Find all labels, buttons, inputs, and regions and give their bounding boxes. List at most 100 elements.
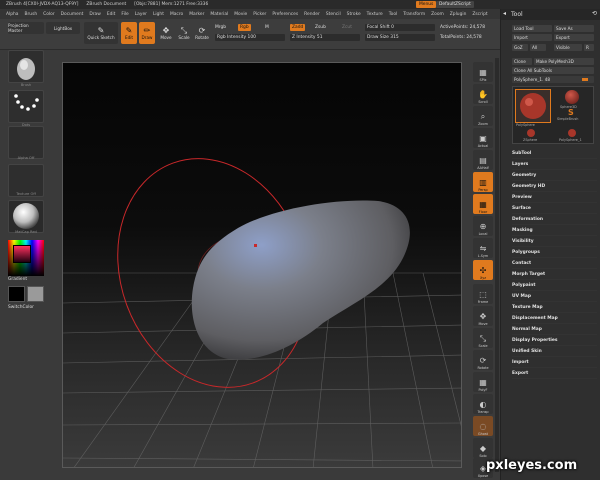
rotate-view-button[interactable]: ⟳ Rotate xyxy=(473,350,493,370)
section-contact[interactable]: Contact xyxy=(512,258,597,269)
m-button[interactable]: M xyxy=(265,24,269,31)
floor-button[interactable]: ▦ Floor xyxy=(473,194,493,214)
actual-button[interactable]: ▣ Actual xyxy=(473,128,493,148)
goz-button[interactable]: GoZ xyxy=(512,44,528,51)
save-as-button[interactable]: Save As xyxy=(554,25,594,32)
menu-preferences[interactable]: Preferences xyxy=(272,12,298,17)
menu-file[interactable]: File xyxy=(121,12,128,17)
rgb-intensity-slider[interactable]: Rgb Intensity 100 xyxy=(215,34,285,41)
tool-palette-header[interactable]: Tool ◂ ⟲ xyxy=(501,9,600,20)
section-deformation[interactable]: Deformation xyxy=(512,214,597,225)
xyz-button[interactable]: ✣ Xyz xyxy=(473,260,493,280)
section-unified-skin[interactable]: Unified Skin xyxy=(512,346,597,357)
projection-master-button[interactable]: Projection Master xyxy=(8,22,44,34)
menu-color[interactable]: Color xyxy=(43,12,54,17)
menu-draw[interactable]: Draw xyxy=(89,12,100,17)
persp-button[interactable]: ▥ Persp xyxy=(473,172,493,192)
menu-brush[interactable]: Brush xyxy=(24,12,37,17)
menu-picker[interactable]: Picker xyxy=(253,12,266,17)
section-polypaint[interactable]: Polypaint xyxy=(512,280,597,291)
current-tool-slider[interactable]: PolySphere_1. 48 xyxy=(512,76,594,83)
menus-button[interactable]: Menus xyxy=(416,1,437,8)
load-tool-button[interactable]: Load Tool xyxy=(512,25,552,32)
main-color-swatch[interactable] xyxy=(8,286,25,302)
stroke-picker[interactable] xyxy=(8,90,44,123)
import-button[interactable]: Import xyxy=(512,34,552,41)
palette-collapse-icon[interactable]: ◂ xyxy=(503,10,506,17)
section-geometry[interactable]: Geometry xyxy=(512,170,597,181)
goz-all-button[interactable]: All xyxy=(530,44,546,51)
section-displacement-map[interactable]: Displacement Map xyxy=(512,313,597,324)
draw-size-slider[interactable]: Draw Size 315 xyxy=(365,34,435,41)
section-display-properties[interactable]: Display Properties xyxy=(512,335,597,346)
frame-button[interactable]: ⬚ Frame xyxy=(473,284,493,304)
local-button[interactable]: ⊕ Local xyxy=(473,216,493,236)
simplebrush-icon[interactable]: S xyxy=(568,109,574,117)
menu-material[interactable]: Material xyxy=(210,12,228,17)
document-canvas[interactable] xyxy=(62,62,462,468)
default-zscript-button[interactable]: DefaultZScript xyxy=(436,1,474,8)
menu-movie[interactable]: Movie xyxy=(234,12,247,17)
tool-thumb-zsphere[interactable] xyxy=(527,129,535,137)
goz-r-button[interactable]: R xyxy=(584,44,594,51)
clone-button[interactable]: Clone xyxy=(512,58,532,65)
section-surface[interactable]: Surface xyxy=(512,203,597,214)
zcut-button[interactable]: Zcut xyxy=(342,24,352,31)
move-view-button[interactable]: ✥ Move xyxy=(473,306,493,326)
zoom-button[interactable]: ⌕ Zoom xyxy=(473,106,493,126)
section-import[interactable]: Import xyxy=(512,357,597,368)
z-intensity-slider[interactable]: Z Intensity 51 xyxy=(290,34,360,41)
transp-button[interactable]: ◐ Transp xyxy=(473,394,493,414)
section-uv-map[interactable]: UV Map xyxy=(512,291,597,302)
menu-light[interactable]: Light xyxy=(153,12,164,17)
lsym-button[interactable]: ⇋ L.Sym xyxy=(473,238,493,258)
section-export[interactable]: Export xyxy=(512,368,597,379)
menu-marker[interactable]: Marker xyxy=(189,12,204,17)
section-masking[interactable]: Masking xyxy=(512,225,597,236)
alpha-picker[interactable] xyxy=(8,126,44,159)
make-polymesh-button[interactable]: Make PolyMesh3D xyxy=(534,58,594,65)
zadd-button[interactable]: Zadd xyxy=(290,24,306,31)
color-picker[interactable] xyxy=(8,240,44,276)
export-button[interactable]: Export xyxy=(554,34,594,41)
current-tool-slider-knob[interactable] xyxy=(582,78,588,81)
rotate-mode-button[interactable]: ⟳ Rotate xyxy=(194,22,210,44)
move-mode-button[interactable]: ✥ Move xyxy=(158,22,174,44)
lightbox-button[interactable]: LightBox xyxy=(46,22,80,34)
menu-zoom[interactable]: Zoom xyxy=(431,12,444,17)
mrgb-button[interactable]: Mrgb xyxy=(215,24,226,31)
section-subtool[interactable]: SubTool xyxy=(512,148,597,159)
tool-thumb-polysphere[interactable] xyxy=(515,89,551,123)
menu-zscript[interactable]: Zscript xyxy=(472,12,487,17)
menu-zplugin[interactable]: Zplugin xyxy=(450,12,467,17)
section-texture-map[interactable]: Texture Map xyxy=(512,302,597,313)
aahalf-button[interactable]: ▤ AAHalf xyxy=(473,150,493,170)
section-normal-map[interactable]: Normal Map xyxy=(512,324,597,335)
goz-visible-button[interactable]: Visible xyxy=(554,44,582,51)
edit-mode-button[interactable]: ✎ Edit xyxy=(121,22,137,44)
color-picker-square[interactable] xyxy=(13,245,31,263)
scroll-button[interactable]: ✋ Scroll xyxy=(473,84,493,104)
scale-view-button[interactable]: ⤡ Scale xyxy=(473,328,493,348)
menu-texture[interactable]: Texture xyxy=(367,12,383,17)
clone-all-subtools-button[interactable]: Clone All SubTools xyxy=(512,67,594,74)
ghost-button[interactable]: ◌ Ghost xyxy=(473,416,493,436)
draw-mode-button[interactable]: ✏ Draw xyxy=(139,22,155,44)
tool-thumb-polysphere-1[interactable] xyxy=(568,129,576,137)
menu-document[interactable]: Document xyxy=(61,12,84,17)
focal-shift-slider[interactable]: Focal Shift 0 xyxy=(365,24,435,31)
zsub-button[interactable]: Zsub xyxy=(315,24,326,31)
section-morph-target[interactable]: Morph Target xyxy=(512,269,597,280)
menu-alpha[interactable]: Alpha xyxy=(6,12,18,17)
menu-stroke[interactable]: Stroke xyxy=(347,12,361,17)
right-shelf-scrollbar[interactable] xyxy=(495,58,499,472)
switch-color-button[interactable]: SwitchColor xyxy=(8,305,34,310)
polyf-button[interactable]: ▦ PolyF xyxy=(473,372,493,392)
brush-picker[interactable] xyxy=(8,50,44,83)
section-polygroups[interactable]: Polygroups xyxy=(512,247,597,258)
menu-stencil[interactable]: Stencil xyxy=(326,12,341,17)
solo-button[interactable]: ◆ Solo xyxy=(473,438,493,458)
material-picker[interactable] xyxy=(8,200,44,233)
section-layers[interactable]: Layers xyxy=(512,159,597,170)
menu-transform[interactable]: Transform xyxy=(403,12,425,17)
